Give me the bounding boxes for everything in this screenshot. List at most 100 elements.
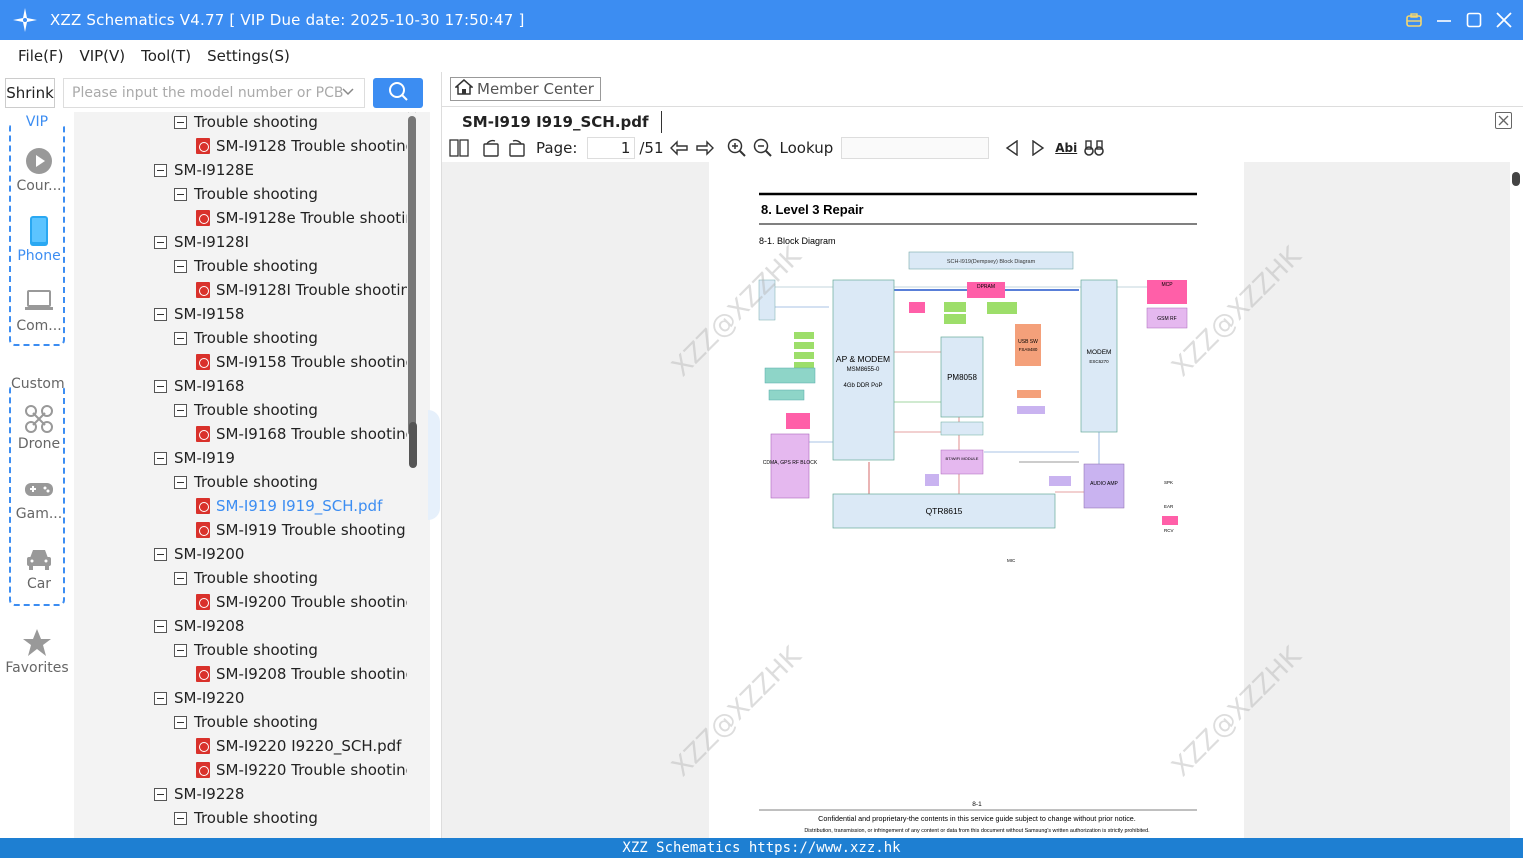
rotate-right-icon[interactable] bbox=[506, 137, 528, 159]
tree-file-item[interactable]: SM-I919 I919_SCH.pdf bbox=[196, 494, 382, 518]
tree-file-item[interactable]: SM-I919 Trouble shooting.pc bbox=[196, 518, 407, 542]
collapse-icon[interactable] bbox=[174, 259, 187, 273]
menu-vip[interactable]: VIP(V) bbox=[79, 47, 125, 65]
find-previous-icon[interactable] bbox=[1001, 137, 1023, 159]
tree-folder-item[interactable]: Trouble shooting bbox=[174, 254, 318, 278]
tree-folder-item[interactable]: Trouble shooting bbox=[174, 710, 318, 734]
tree-item-label: Trouble shooting bbox=[194, 401, 318, 419]
tree-scrollbar[interactable] bbox=[407, 112, 417, 838]
tree-folder-item[interactable]: Trouble shooting bbox=[174, 398, 318, 422]
page-label: Page: bbox=[536, 139, 578, 157]
find-all-icon[interactable] bbox=[1083, 137, 1105, 159]
member-center-button[interactable]: Member Center bbox=[450, 77, 601, 101]
nav-courses[interactable]: Cour... bbox=[11, 144, 67, 204]
tree-folder-item[interactable]: Trouble shooting bbox=[174, 566, 318, 590]
tree-folder-item[interactable]: Trouble shooting bbox=[174, 806, 318, 830]
close-tab-icon[interactable] bbox=[1495, 112, 1512, 129]
next-page-icon[interactable] bbox=[694, 137, 716, 159]
nav-favorites[interactable]: Favorites bbox=[0, 626, 74, 686]
collapse-icon[interactable] bbox=[154, 451, 167, 465]
previous-page-icon[interactable] bbox=[668, 137, 690, 159]
tree-file-item[interactable]: SM-I9158 Trouble shooting(: bbox=[196, 350, 407, 374]
search-input[interactable]: Please input the model number or PCB bbox=[63, 78, 365, 108]
tree-file-item[interactable]: SM-I9128I Trouble shooting( bbox=[196, 278, 407, 302]
tree-folder-item[interactable]: SM-I9200 bbox=[154, 542, 244, 566]
scroll-up-icon[interactable] bbox=[407, 112, 417, 114]
tree-folder-item[interactable]: SM-I9128E bbox=[154, 158, 254, 182]
collapse-icon[interactable] bbox=[174, 715, 187, 729]
collapse-icon[interactable] bbox=[154, 691, 167, 705]
tree-file-item[interactable]: SM-I9200 Trouble shooting.p bbox=[196, 590, 407, 614]
collapse-icon[interactable] bbox=[174, 403, 187, 417]
collapse-icon[interactable] bbox=[154, 235, 167, 249]
collapse-icon[interactable] bbox=[174, 115, 187, 129]
doc-tab[interactable]: SM-I919 I919_SCH.pdf bbox=[452, 111, 662, 133]
rotate-left-icon[interactable] bbox=[480, 137, 502, 159]
tree-file-item[interactable]: SM-I9208 Trouble shooting.p bbox=[196, 662, 407, 686]
two-page-icon[interactable] bbox=[448, 137, 470, 159]
viewer-scroll-thumb[interactable] bbox=[1512, 172, 1520, 186]
block-ap-part: MSM8655-0 bbox=[847, 367, 880, 373]
tree-folder-item[interactable]: SM-I9220 bbox=[154, 686, 244, 710]
nav-games-label: Gam... bbox=[15, 506, 63, 522]
nav-computer[interactable]: Com... bbox=[11, 284, 67, 344]
tree-folder-item[interactable]: SM-I9168 bbox=[154, 374, 244, 398]
pdf-file-icon bbox=[196, 666, 210, 682]
tree-file-item[interactable]: SM-I9168 Trouble shooting.p bbox=[196, 422, 407, 446]
page-number-input[interactable]: 1 bbox=[587, 137, 636, 159]
collapse-icon[interactable] bbox=[174, 811, 187, 825]
tree-scroll-thumb-secondary[interactable] bbox=[409, 422, 417, 468]
tree-folder-item[interactable]: SM-I9208 bbox=[154, 614, 244, 638]
tree-folder-item[interactable]: Trouble shooting bbox=[174, 112, 318, 134]
collapse-icon[interactable] bbox=[174, 571, 187, 585]
collapse-icon[interactable] bbox=[174, 643, 187, 657]
tree-scroll-thumb[interactable] bbox=[408, 116, 416, 436]
search-button[interactable] bbox=[373, 78, 423, 108]
tree-folder-item[interactable]: Trouble shooting bbox=[174, 326, 318, 350]
panel-splitter[interactable] bbox=[428, 410, 440, 520]
collapse-icon[interactable] bbox=[154, 307, 167, 321]
menu-settings[interactable]: Settings(S) bbox=[207, 47, 290, 65]
nav-games[interactable]: Gam... bbox=[11, 472, 67, 532]
tree-folder-item[interactable]: Trouble shooting bbox=[174, 638, 318, 662]
nav-car[interactable]: Car bbox=[11, 542, 67, 602]
match-case-icon[interactable]: Abi bbox=[1053, 137, 1079, 159]
tree-folder-item[interactable]: SM-I9158 bbox=[154, 302, 244, 326]
minimize-icon[interactable] bbox=[1435, 11, 1453, 29]
collapse-icon[interactable] bbox=[174, 187, 187, 201]
find-next-icon[interactable] bbox=[1027, 137, 1049, 159]
collapse-icon[interactable] bbox=[154, 787, 167, 801]
tree-folder-item[interactable]: Trouble shooting bbox=[174, 182, 318, 206]
tree-folder-item[interactable]: Trouble shooting bbox=[174, 470, 318, 494]
chevron-down-icon[interactable] bbox=[342, 85, 354, 101]
nav-drone-label: Drone bbox=[17, 436, 61, 452]
collapse-icon[interactable] bbox=[154, 547, 167, 561]
lookup-input[interactable] bbox=[841, 137, 990, 159]
maximize-icon[interactable] bbox=[1465, 11, 1483, 29]
zoom-in-icon[interactable] bbox=[726, 137, 748, 159]
nav-phone[interactable]: Phone bbox=[11, 214, 67, 274]
collapse-icon[interactable] bbox=[174, 331, 187, 345]
vip-icon[interactable] bbox=[1405, 11, 1423, 29]
tree-item-label: SM-I9200 Trouble shooting.p bbox=[216, 593, 407, 611]
zoom-out-icon[interactable] bbox=[752, 137, 774, 159]
pdf-viewer[interactable]: 8. Level 3 Repair 8-1. Block Diagram SCH… bbox=[442, 162, 1523, 838]
tree-file-item[interactable]: SM-I9220 Trouble shooting2 bbox=[196, 758, 407, 782]
close-icon[interactable] bbox=[1495, 11, 1513, 29]
tree-folder-item[interactable]: SM-I9128I bbox=[154, 230, 249, 254]
tree-file-item[interactable]: SM-I9128 Trouble shooting.p bbox=[196, 134, 407, 158]
tree-folder-item[interactable]: SM-I9228 bbox=[154, 782, 244, 806]
collapse-icon[interactable] bbox=[154, 379, 167, 393]
collapse-icon[interactable] bbox=[154, 163, 167, 177]
viewer-scrollbar[interactable] bbox=[1510, 162, 1523, 838]
collapse-icon[interactable] bbox=[154, 619, 167, 633]
tree-folder-item[interactable]: SM-I919 bbox=[154, 446, 235, 470]
nav-drone[interactable]: Drone bbox=[11, 402, 67, 462]
menu-file[interactable]: File(F) bbox=[18, 47, 63, 65]
collapse-icon[interactable] bbox=[174, 475, 187, 489]
shrink-button[interactable]: Shrink bbox=[5, 78, 55, 108]
menu-tool[interactable]: Tool(T) bbox=[141, 47, 191, 65]
tree-file-item[interactable]: SM-I9220 I9220_SCH.pdf bbox=[196, 734, 401, 758]
laptop-icon bbox=[24, 284, 54, 318]
tree-file-item[interactable]: SM-I9128e Trouble shooting bbox=[196, 206, 407, 230]
